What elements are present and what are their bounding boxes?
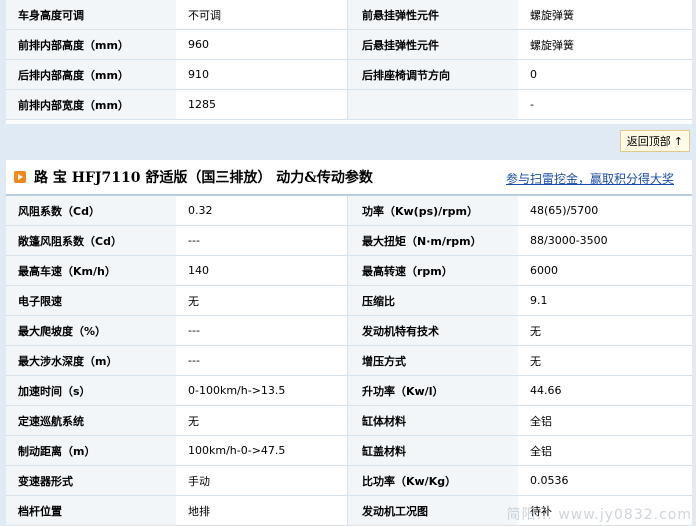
spec-value: --- (176, 346, 348, 375)
spec-value: 9.1 (530, 294, 548, 307)
table-row: 风阻系数（Cd） 0.32 功率（Kw(ps)/rpm） 48(65)/5700 (6, 196, 692, 226)
spec-value: 无 (176, 286, 348, 315)
spec-value: 140 (176, 256, 348, 285)
spec-label: 缸体材料 (348, 406, 518, 435)
spec-label: 敞篷风阻系数（Cd） (6, 226, 176, 255)
chassis-spec-table: 车身高度可调 不可调 前悬挂弹性元件 螺旋弹簧 前排内部高度（mm） 960 后… (6, 0, 692, 124)
spec-value: 910 (176, 60, 348, 89)
table-row: 后排内部高度（mm） 910 后排座椅调节方向 0 (6, 60, 692, 90)
spec-value: 地排 (176, 496, 348, 525)
play-arrow-icon (14, 171, 26, 183)
spec-value: 全铝 (530, 414, 552, 428)
spec-value: 螺旋弹簧 (530, 8, 574, 22)
spec-label: 比功率（Kw/Kg） (348, 466, 518, 495)
table-row: 最高车速（Km/h） 140 最高转速（rpm） 6000 (6, 256, 692, 286)
spec-value: 960 (176, 30, 348, 59)
spec-value: 不可调 (176, 0, 348, 29)
power-transmission-section: 路 宝 HFJ7110 舒适版（国三排放） 动力&传动参数 参与扫雷挖金，赢取积… (6, 160, 692, 526)
minesweeper-promo-link[interactable]: 参与扫雷挖金，赢取积分得大奖 (506, 170, 674, 187)
spec-value: 0 (530, 68, 537, 81)
back-to-top-label: 返回顶部 (626, 135, 671, 148)
spec-value: 88/3000-3500 (530, 234, 608, 247)
spec-label: 最大涉水深度（m） (6, 346, 176, 375)
spec-value: 1285 (176, 90, 348, 119)
spec-value: 无 (176, 406, 348, 435)
spec-label: 前悬挂弹性元件 (348, 0, 518, 29)
spec-label: 最高车速（Km/h） (6, 256, 176, 285)
spec-label: 最大爬坡度（%） (6, 316, 176, 345)
spec-label: 档杆位置 (6, 496, 176, 525)
table-row: 制动距离（m） 100km/h-0->47.5 缸盖材料 全铝 (6, 436, 692, 466)
spec-label: 前排内部宽度（mm） (6, 90, 176, 119)
table-row: 最大涉水深度（m） --- 增压方式 无 (6, 346, 692, 376)
spec-label: 增压方式 (348, 346, 518, 375)
spec-label: 缸盖材料 (348, 436, 518, 465)
spec-label: 功率（Kw(ps)/rpm） (348, 196, 518, 225)
spec-label: 最大扭矩（N·m/rpm） (348, 226, 518, 255)
spec-label: 加速时间（s） (6, 376, 176, 405)
spec-label: 后排内部高度（mm） (6, 60, 176, 89)
table-row: 定速巡航系统 无 缸体材料 全铝 (6, 406, 692, 436)
power-spec-table: 风阻系数（Cd） 0.32 功率（Kw(ps)/rpm） 48(65)/5700… (6, 196, 692, 526)
spec-value: - (530, 98, 534, 111)
table-row: 加速时间（s） 0-100km/h->13.5 升功率（Kw/l） 44.66 (6, 376, 692, 406)
spec-value: 48(65)/5700 (530, 204, 599, 217)
spec-label: 前排内部高度（mm） (6, 30, 176, 59)
spec-label: 定速巡航系统 (6, 406, 176, 435)
spec-label: 后排座椅调节方向 (348, 60, 518, 89)
spec-value: 0-100km/h->13.5 (176, 376, 348, 405)
site-watermark: 简阳... www.jy0832.com (506, 507, 692, 523)
spec-label: 发动机特有技术 (348, 316, 518, 345)
spec-value: 44.66 (530, 384, 562, 397)
spec-label (348, 90, 518, 119)
spec-label: 升功率（Kw/l） (348, 376, 518, 405)
table-row: 电子限速 无 压缩比 9.1 (6, 286, 692, 316)
spec-value: 无 (530, 354, 541, 368)
spec-label: 车身高度可调 (6, 0, 176, 29)
spec-label: 发动机工况图 (348, 496, 518, 525)
spec-value: 6000 (530, 264, 558, 277)
spec-value: 无 (530, 324, 541, 338)
spec-value: --- (176, 226, 348, 255)
spec-label: 风阻系数（Cd） (6, 196, 176, 225)
spec-value: --- (176, 316, 348, 345)
table-row: 车身高度可调 不可调 前悬挂弹性元件 螺旋弹簧 (6, 0, 692, 30)
spec-label: 压缩比 (348, 286, 518, 315)
spec-label: 变速器形式 (6, 466, 176, 495)
arrow-up-icon: ↑ (673, 134, 683, 148)
spec-label: 电子限速 (6, 286, 176, 315)
spec-value: 100km/h-0->47.5 (176, 436, 348, 465)
spec-label: 制动距离（m） (6, 436, 176, 465)
back-to-top-button[interactable]: 返回顶部 ↑ (619, 130, 690, 152)
table-row: 变速器形式 手动 比功率（Kw/Kg） 0.0536 (6, 466, 692, 496)
spec-value: 0.32 (176, 196, 348, 225)
spec-label: 最高转速（rpm） (348, 256, 518, 285)
spec-value: 螺旋弹簧 (530, 38, 574, 52)
spec-value: 手动 (176, 466, 348, 495)
section-title: 路 宝 HFJ7110 舒适版（国三排放） 动力&传动参数 (34, 170, 373, 186)
table-row: 前排内部高度（mm） 960 后悬挂弹性元件 螺旋弹簧 (6, 30, 692, 60)
table-row: 前排内部宽度（mm） 1285 - (6, 90, 692, 120)
spec-label: 后悬挂弹性元件 (348, 30, 518, 59)
spec-value: 全铝 (530, 444, 552, 458)
spec-value: 0.0536 (530, 474, 569, 487)
table-row: 敞篷风阻系数（Cd） --- 最大扭矩（N·m/rpm） 88/3000-350… (6, 226, 692, 256)
table-row: 最大爬坡度（%） --- 发动机特有技术 无 (6, 316, 692, 346)
section-header: 路 宝 HFJ7110 舒适版（国三排放） 动力&传动参数 参与扫雷挖金，赢取积… (6, 160, 692, 196)
